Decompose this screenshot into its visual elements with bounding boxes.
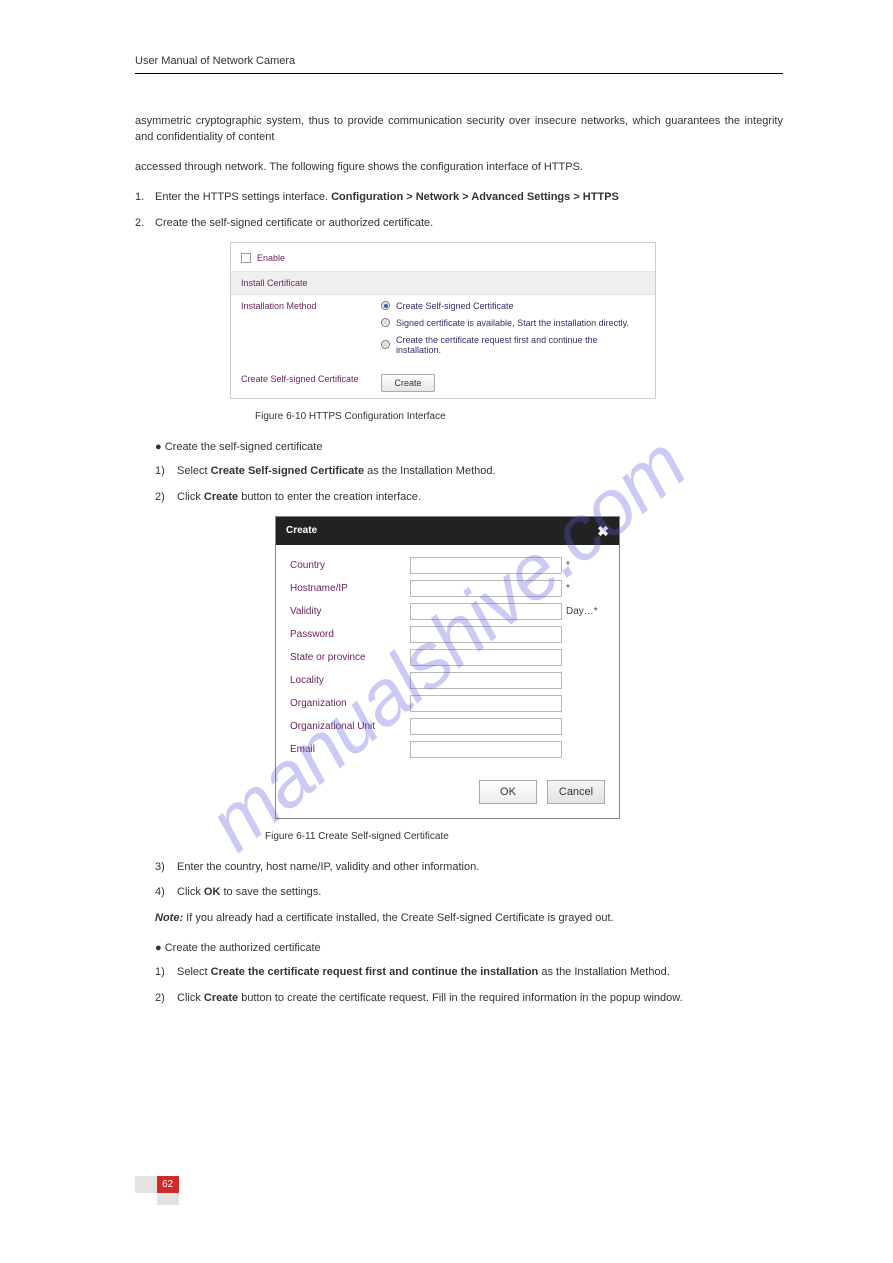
locality-input[interactable]: [410, 672, 562, 689]
install-certificate-header: Install Certificate: [231, 271, 655, 295]
step-text: Enter the HTTPS settings interface.: [155, 191, 328, 203]
substep-4: 4) Click OK to save the settings.: [155, 885, 783, 901]
https-config-panel: Enable Install Certificate Installation …: [230, 242, 656, 399]
note-label: Note:: [155, 912, 183, 924]
radio-label: Signed certificate is available, Start t…: [396, 318, 629, 328]
bullet-icon: ●: [155, 441, 162, 453]
create-self-signed-label: Create Self-signed Certificate: [241, 374, 381, 384]
organization-label: Organization: [290, 698, 410, 709]
substep-text: Click: [177, 992, 204, 1004]
dialog-title: Create: [286, 525, 317, 536]
enable-label: Enable: [257, 253, 285, 263]
password-input[interactable]: [410, 626, 562, 643]
footer-block: [135, 1176, 157, 1193]
substep-number: 4): [155, 885, 177, 901]
substep-1: 1) Select Create Self-signed Certificate…: [155, 464, 783, 480]
locality-label: Locality: [290, 675, 410, 686]
step-number: 2.: [135, 216, 155, 232]
figure-caption: Figure 6-11 Create Self-signed Certifica…: [265, 831, 783, 842]
substep-text: Select: [177, 465, 211, 477]
cancel-button[interactable]: Cancel: [547, 780, 605, 804]
substep-text: Click: [177, 886, 204, 898]
substep-number: 1): [155, 464, 177, 480]
header-rule: [135, 73, 783, 74]
step-2: 2. Create the self-signed certificate or…: [135, 216, 783, 232]
note: Note: If you already had a certificate i…: [155, 911, 783, 927]
bullet-icon: ●: [155, 942, 162, 954]
email-input[interactable]: [410, 741, 562, 758]
organization-input[interactable]: [410, 695, 562, 712]
password-label: Password: [290, 629, 410, 640]
radio-signed-available[interactable]: [381, 318, 390, 327]
radio-label: Create the certificate request first and…: [396, 335, 645, 355]
bullet-text: Create the authorized certificate: [165, 942, 321, 954]
substep-3: 3) Enter the country, host name/IP, vali…: [155, 860, 783, 876]
validity-label: Validity: [290, 606, 410, 617]
email-label: Email: [290, 744, 410, 755]
step-1: 1. Enter the HTTPS settings interface. C…: [135, 190, 783, 206]
substep-text: Enter the country, host name/IP, validit…: [177, 860, 479, 876]
page-header: User Manual of Network Camera: [135, 55, 783, 67]
step-path: Configuration > Network > Advanced Setti…: [331, 191, 619, 203]
installation-method-label: Installation Method: [241, 301, 381, 311]
required-star: *: [566, 583, 570, 594]
substep-number: 1): [155, 965, 177, 981]
state-label: State or province: [290, 652, 410, 663]
radio-self-signed[interactable]: [381, 301, 390, 310]
dialog-titlebar: Create ✖: [276, 517, 619, 545]
validity-unit: Day…*: [566, 606, 598, 617]
auth-substep-2: 2) Click Create button to create the cer…: [155, 991, 783, 1007]
bullet-create-self-signed: ● Create the self-signed certificate: [155, 440, 783, 456]
substep-2: 2) Click Create button to enter the crea…: [155, 490, 783, 506]
ou-label: Organizational Unit: [290, 721, 410, 732]
step-text: Create the self-signed certificate or au…: [155, 216, 433, 232]
close-icon[interactable]: ✖: [597, 524, 609, 538]
step-number: 1.: [135, 190, 155, 206]
substep-number: 2): [155, 991, 177, 1007]
required-star: *: [566, 560, 570, 571]
page-footer: 62: [135, 1176, 179, 1193]
auth-substep-1: 1) Select Create the certificate request…: [155, 965, 783, 981]
enable-checkbox[interactable]: [241, 253, 251, 263]
bullet-text: Create the self-signed certificate: [165, 441, 323, 453]
state-input[interactable]: [410, 649, 562, 666]
figure-caption: Figure 6-10 HTTPS Configuration Interfac…: [255, 411, 783, 422]
radio-label: Create Self-signed Certificate: [396, 301, 514, 311]
bullet-create-authorized: ● Create the authorized certificate: [155, 941, 783, 957]
substep-number: 3): [155, 860, 177, 876]
substep-number: 2): [155, 490, 177, 506]
intro-paragraph: accessed through network. The following …: [135, 160, 783, 176]
country-input[interactable]: [410, 557, 562, 574]
create-button[interactable]: Create: [381, 374, 435, 392]
intro-paragraph: asymmetric cryptographic system, thus to…: [135, 114, 783, 146]
hostname-input[interactable]: [410, 580, 562, 597]
substep-text: Select: [177, 966, 211, 978]
page-number: 62: [162, 1179, 173, 1190]
note-text: If you already had a certificate install…: [186, 912, 613, 924]
hostname-label: Hostname/IP: [290, 583, 410, 594]
ok-button[interactable]: OK: [479, 780, 537, 804]
create-dialog: Create ✖ Country * Hostname/IP * Validit…: [275, 516, 620, 819]
footer-block: [157, 1193, 179, 1205]
ou-input[interactable]: [410, 718, 562, 735]
radio-cert-request[interactable]: [381, 340, 390, 349]
validity-input[interactable]: [410, 603, 562, 620]
substep-text: Click: [177, 491, 204, 503]
country-label: Country: [290, 560, 410, 571]
